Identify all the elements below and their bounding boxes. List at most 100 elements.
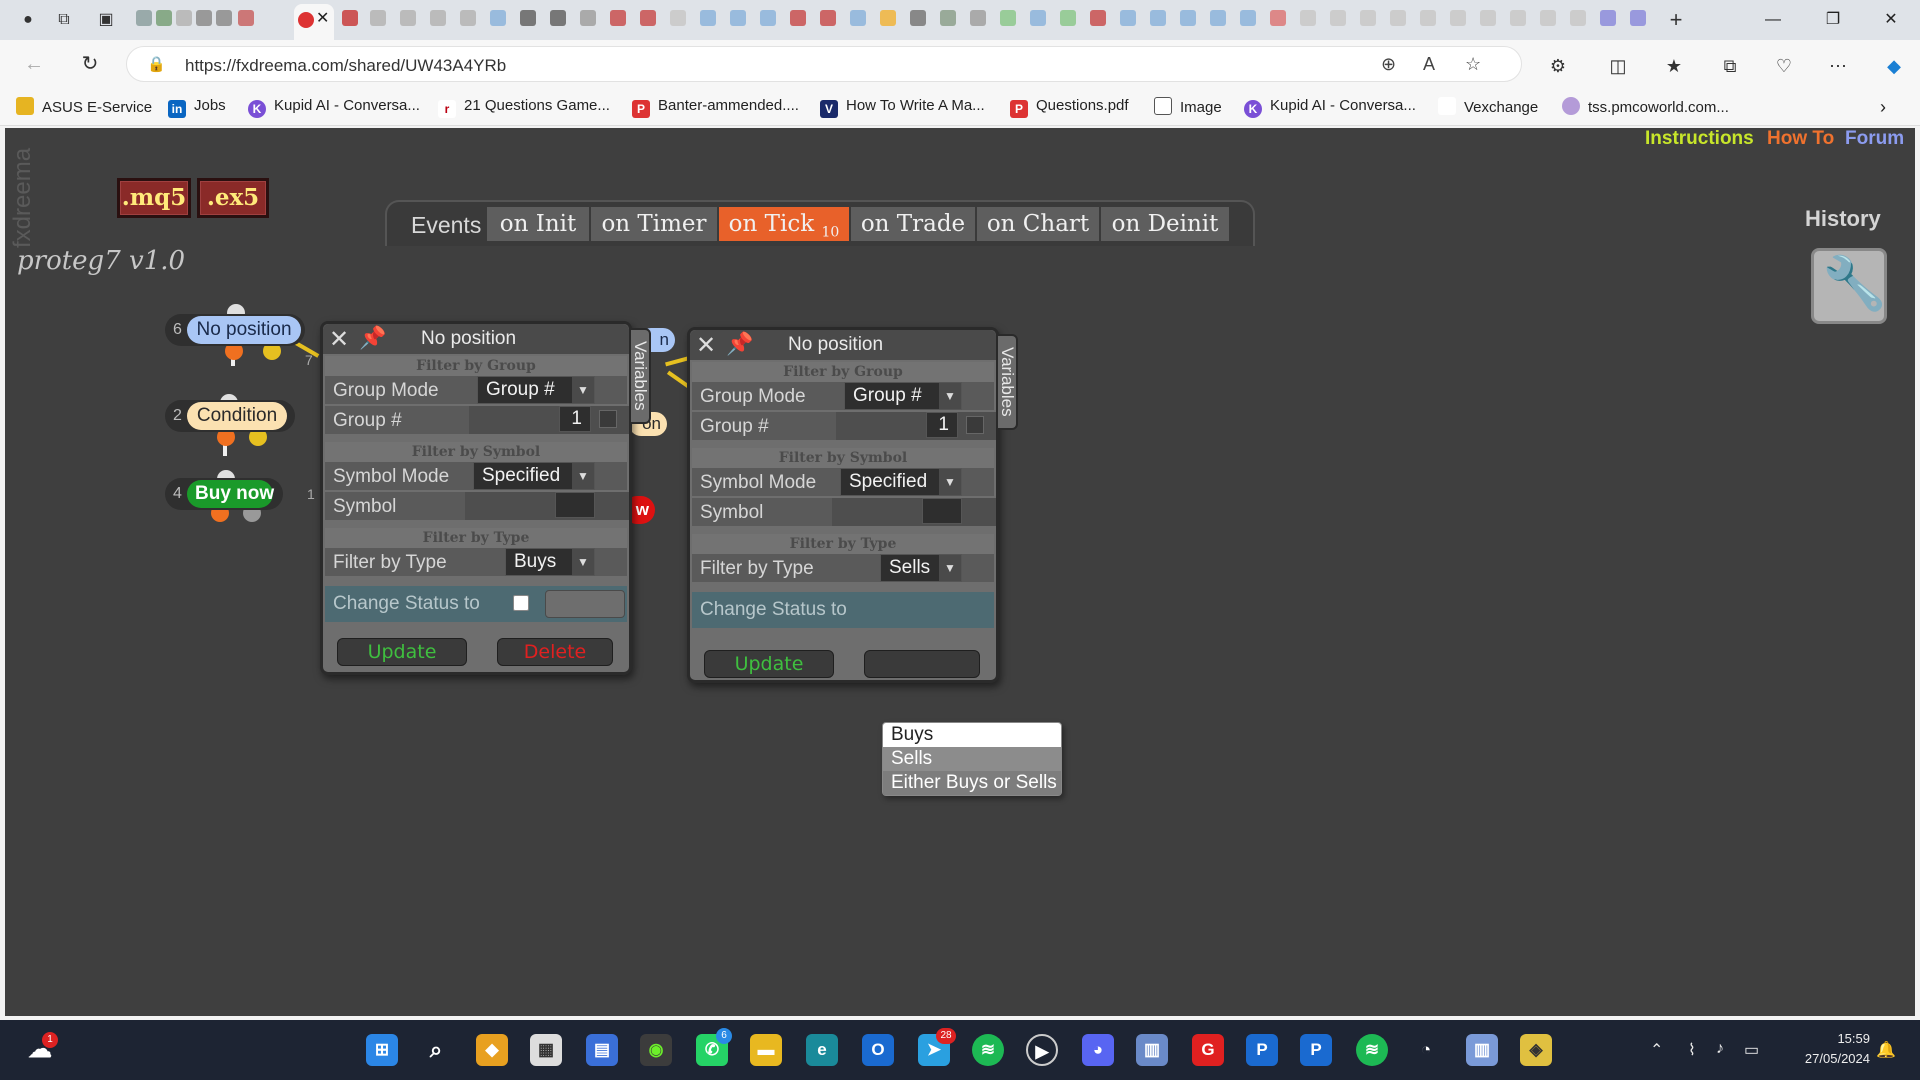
tab-favicon[interactable] <box>1120 10 1136 26</box>
tab-favicon[interactable] <box>238 10 254 26</box>
tab-favicon[interactable] <box>490 10 506 26</box>
tab-favicon[interactable] <box>1240 10 1256 26</box>
pin-icon[interactable]: 📌 <box>359 325 386 351</box>
start-icon[interactable]: ⊞ <box>366 1034 398 1066</box>
tab-favicon[interactable] <box>520 10 536 26</box>
howto-link[interactable]: How To <box>1767 128 1834 150</box>
tab-favicon[interactable] <box>1060 10 1076 26</box>
variables-tab[interactable]: Variables <box>631 328 651 424</box>
wifi-icon[interactable]: ⌇ <box>1688 1040 1696 1060</box>
block-condition[interactable]: 2 Condition <box>165 400 295 432</box>
search-icon[interactable]: ⌕ <box>420 1034 452 1066</box>
group-mode-select[interactable]: Group # ▼ <box>844 382 962 410</box>
tab-favicon[interactable] <box>1270 10 1286 26</box>
tab-favicon[interactable] <box>550 10 566 26</box>
app-icon[interactable]: P <box>1300 1034 1332 1066</box>
instructions-link[interactable]: Instructions <box>1645 128 1754 150</box>
update-button[interactable]: Update <box>337 638 467 666</box>
notification-bell-icon[interactable]: 🔔 <box>1876 1040 1896 1060</box>
app-icon[interactable]: ▤ <box>586 1034 618 1066</box>
performance-icon[interactable]: ♡ <box>1772 54 1796 78</box>
tab-favicon[interactable] <box>1570 10 1586 26</box>
tab-favicon[interactable] <box>1600 10 1616 26</box>
task-view-icon[interactable]: ▦ <box>530 1034 562 1066</box>
bookmarks-more-chevron-icon[interactable]: › <box>1880 97 1886 118</box>
copilot-taskbar-icon[interactable]: ◆ <box>476 1034 508 1066</box>
tab-favicon[interactable] <box>1510 10 1526 26</box>
tab-favicon[interactable] <box>216 10 232 26</box>
update-button[interactable]: Update <box>704 650 834 678</box>
tab-favicon[interactable] <box>760 10 776 26</box>
tab-favicon[interactable] <box>880 10 896 26</box>
tab-favicon[interactable] <box>1420 10 1436 26</box>
pin-icon[interactable]: 📌 <box>726 331 753 357</box>
tab-favicon[interactable] <box>176 10 192 26</box>
app-icon[interactable]: ▥ <box>1136 1034 1168 1066</box>
dropdown-option-sells[interactable]: Sells <box>883 747 1061 771</box>
active-browser-tab[interactable]: ✕ <box>294 4 334 40</box>
app-icon[interactable]: G <box>1192 1034 1224 1066</box>
tab-favicon[interactable] <box>580 10 596 26</box>
ex5-button[interactable]: .ex5 <box>197 178 269 218</box>
tab-favicon[interactable] <box>460 10 476 26</box>
bookmark-banter[interactable]: P Banter-ammended.... <box>632 97 799 118</box>
battery-icon[interactable]: ▭ <box>1744 1040 1759 1060</box>
tab-favicon[interactable] <box>850 10 866 26</box>
bookmark-how-to-write[interactable]: V How To Write A Ma... <box>820 97 985 118</box>
media-player-icon[interactable]: ▶ <box>1026 1034 1058 1066</box>
copilot-icon[interactable]: ◆ <box>1882 54 1906 78</box>
file-explorer-icon[interactable]: ▬ <box>750 1034 782 1066</box>
dropdown-option-either[interactable]: Either Buys or Sells <box>883 771 1061 795</box>
bookmark-image[interactable]: Image <box>1154 97 1222 116</box>
tab-on-trade[interactable]: on Trade <box>851 207 977 241</box>
tab-favicon[interactable] <box>1180 10 1196 26</box>
profile-icon[interactable]: ● <box>18 10 38 30</box>
url-field[interactable]: 🔒 https://fxdreema.com/shared/UW43A4YRb … <box>126 46 1522 82</box>
tab-favicon[interactable] <box>1360 10 1376 26</box>
bookmark-kupid-2[interactable]: K Kupid AI - Conversa... <box>1244 97 1416 118</box>
change-status-field[interactable] <box>545 590 625 618</box>
close-icon[interactable]: ✕ <box>329 325 349 354</box>
app-icon[interactable]: ▥ <box>1466 1034 1498 1066</box>
bookmark-tss[interactable]: tss.pmcoworld.com... <box>1562 97 1729 116</box>
tab-favicon[interactable] <box>156 10 172 26</box>
tab-on-init[interactable]: on Init <box>487 207 591 241</box>
tab-favicon[interactable] <box>196 10 212 26</box>
tab-favicon[interactable] <box>370 10 386 26</box>
group-mode-select[interactable]: Group # ▼ <box>477 376 595 404</box>
tab-favicon[interactable] <box>1480 10 1496 26</box>
group-num-checkbox[interactable] <box>966 416 984 434</box>
dropdown-option-buys[interactable]: Buys <box>883 723 1061 747</box>
tab-favicon[interactable] <box>1030 10 1046 26</box>
bookmark-21-questions[interactable]: r 21 Questions Game... <box>438 97 610 118</box>
favorites-icon[interactable]: ★ <box>1662 54 1686 78</box>
close-icon[interactable]: ✕ <box>696 331 716 360</box>
tab-favicon[interactable] <box>1150 10 1166 26</box>
group-num-input[interactable]: 1 <box>926 412 958 438</box>
tab-favicon[interactable] <box>790 10 806 26</box>
bookmark-questions-pdf[interactable]: P Questions.pdf <box>1010 97 1129 118</box>
zoom-icon[interactable]: ⊕ <box>1381 54 1396 75</box>
group-num-input[interactable]: 1 <box>559 406 591 432</box>
tab-favicon[interactable] <box>430 10 446 26</box>
symbol-mode-select[interactable]: Specified ▼ <box>473 462 595 490</box>
split-screen-icon[interactable]: ◫ <box>1606 54 1630 78</box>
variables-tab[interactable]: Variables <box>998 334 1018 430</box>
tab-on-timer[interactable]: on Timer <box>591 207 719 241</box>
dialog-titlebar[interactable]: ✕ 📌 No position <box>323 324 629 354</box>
mq5-button[interactable]: .mq5 <box>117 178 191 218</box>
favorite-star-icon[interactable]: ☆ <box>1465 54 1481 75</box>
symbol-mode-select[interactable]: Specified ▼ <box>840 468 962 496</box>
extensions-icon[interactable]: ⚙ <box>1546 54 1570 78</box>
tab-favicon[interactable] <box>1210 10 1226 26</box>
workspaces-icon[interactable]: ⧉ <box>54 10 74 30</box>
tab-favicon[interactable] <box>1450 10 1466 26</box>
project-name[interactable]: proteg7 v1.0 <box>17 246 185 276</box>
block-buy-now[interactable]: 4 Buy now <box>165 478 283 510</box>
app-icon[interactable]: P <box>1246 1034 1278 1066</box>
system-clock[interactable]: 15:59 27/05/2024 <box>1780 1029 1870 1069</box>
close-tab-icon[interactable]: ✕ <box>316 8 329 28</box>
block-no-position[interactable]: 6 No position <box>165 314 305 346</box>
more-menu-icon[interactable]: ⋯ <box>1826 54 1850 78</box>
tab-favicon[interactable] <box>1540 10 1556 26</box>
